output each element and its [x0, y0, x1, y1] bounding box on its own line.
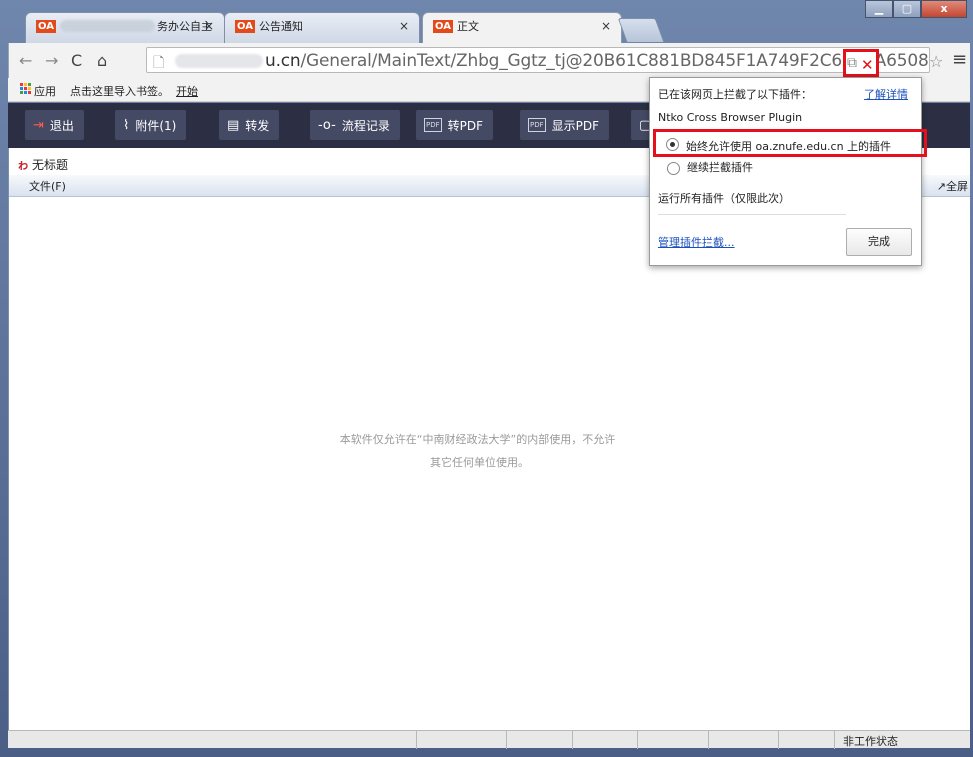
apps-grid-icon[interactable]: [20, 83, 31, 94]
blurred-text: [59, 20, 155, 32]
bookmark-start[interactable]: 开始: [176, 83, 198, 99]
url-bar[interactable]: 🗋 u.cn/General/MainText/Zhbg_Ggtz_tj@20B…: [146, 47, 930, 73]
show-pdf-label: 显示PDF: [551, 118, 600, 133]
license-watermark-line2: 其它任何单位使用。: [430, 456, 529, 469]
status-divider: [778, 731, 779, 749]
forward-button[interactable]: ▤ 转发: [219, 110, 280, 140]
done-button[interactable]: 完成: [846, 228, 912, 256]
close-window-button[interactable]: x: [921, 0, 967, 18]
tab-main-text[interactable]: OA 正文 ×: [422, 12, 622, 44]
browser-window: OA 务办公自主 × OA 公告通知 × OA 正文 × ▁ ▢ x ← → C ⌂ …: [0, 0, 973, 757]
popup-divider: [658, 214, 846, 215]
status-divider: [506, 731, 507, 749]
status-divider: [572, 731, 573, 749]
forward-arrow-icon[interactable]: →: [45, 51, 58, 70]
popup-header: 已在该网页上拦截了以下插件：: [658, 88, 812, 101]
to-pdf-button[interactable]: PDF 转PDF: [416, 110, 494, 140]
url-text[interactable]: u.cn/General/MainText/Zhbg_Ggtz_tj@20B61…: [265, 51, 929, 71]
blurred-host: [175, 54, 263, 68]
paperclip-icon: ⌇: [123, 117, 130, 133]
manage-plugin-blocking-link[interactable]: 管理插件拦截...: [658, 234, 735, 250]
window-controls: ▁ ▢ x: [865, 0, 967, 20]
flow-label: 流程记录: [341, 118, 390, 133]
run-all-plugins-link[interactable]: 运行所有插件（仅限此次）: [658, 190, 790, 206]
reload-icon[interactable]: C: [71, 51, 82, 70]
pdf-icon: PDF: [424, 118, 442, 132]
forward-doc-icon: ▤: [227, 117, 240, 133]
attachment-label: 附件(1): [135, 118, 177, 133]
oa-favicon: OA: [433, 19, 453, 33]
allow-radio[interactable]: [666, 138, 679, 151]
url-path: /General/MainText/Zhbg_Ggtz_tj@20B61C881…: [300, 51, 929, 71]
to-pdf-label: 转PDF: [447, 118, 484, 133]
attachment-button[interactable]: ⌇ 附件(1): [115, 110, 187, 140]
url-host: u.cn: [265, 51, 301, 71]
allow-option-label[interactable]: 始终允许使用 oa.znufe.edu.cn 上的插件: [686, 138, 891, 154]
learn-more-link[interactable]: 了解详情: [864, 86, 908, 102]
exit-button[interactable]: ⇥ 退出: [25, 110, 84, 140]
tab-label: 公告通知: [258, 20, 303, 33]
work-status-text: 非工作状态: [843, 735, 898, 748]
oa-favicon: OA: [36, 19, 56, 33]
license-watermark: 本软件仅允许在“中南财经政法大学”的内部使用，不允许: [339, 433, 616, 446]
show-pdf-button[interactable]: PDF 显示PDF: [520, 110, 610, 140]
maximize-button[interactable]: ▢: [893, 0, 921, 18]
block-radio[interactable]: [667, 162, 680, 175]
status-divider: [708, 731, 709, 749]
tab-announcement[interactable]: OA 公告通知 ×: [224, 12, 420, 43]
puzzle-icon: ⧉: [847, 55, 857, 71]
block-option-label[interactable]: 继续拦截插件: [687, 159, 753, 175]
menu-file[interactable]: 文件(F): [29, 180, 66, 193]
back-arrow-icon[interactable]: ←: [19, 51, 32, 70]
exit-label: 退出: [49, 118, 74, 133]
tab-close-icon[interactable]: ×: [399, 19, 409, 33]
forward-label: 转发: [245, 118, 270, 133]
flow-icon: -o-: [318, 117, 336, 133]
tab-label: 正文: [456, 20, 479, 33]
blocked-plugin-icon[interactable]: ⧉ ✕: [843, 49, 879, 77]
plugin-blocked-popup: 已在该网页上拦截了以下插件： 了解详情 Ntko Cross Browser P…: [649, 77, 927, 266]
oa-favicon: OA: [235, 19, 255, 33]
home-icon[interactable]: ⌂: [97, 51, 107, 70]
chrome-menu-icon[interactable]: ≡: [952, 49, 967, 70]
allow-option-highlight[interactable]: 始终允许使用 oa.znufe.edu.cn 上的插件: [653, 129, 927, 157]
tab-office[interactable]: OA 务办公自主 ×: [25, 12, 225, 43]
pdf-icon: PDF: [528, 118, 546, 132]
blocked-x-icon: ✕: [861, 56, 874, 74]
new-tab-button[interactable]: [617, 18, 665, 42]
minimize-button[interactable]: ▁: [865, 0, 893, 18]
page-icon: 🗋: [153, 55, 165, 71]
document-title: 无标题: [32, 158, 69, 172]
plugin-name: Ntko Cross Browser Plugin: [658, 111, 803, 124]
tab-close-icon[interactable]: ×: [601, 19, 611, 33]
address-toolbar: ← → C ⌂ 🗋 u.cn/General/MainText/Zhbg_Ggt…: [8, 43, 970, 78]
flow-record-button[interactable]: -o- 流程记录: [310, 110, 400, 140]
bookmark-star-icon[interactable]: ☆: [929, 52, 943, 71]
status-divider: [416, 731, 417, 749]
office-logo-icon: ゎ: [17, 158, 30, 172]
tab-strip: OA 务办公自主 × OA 公告通知 × OA 正文 × ▁ ▢ x: [0, 0, 973, 44]
status-divider: [637, 731, 638, 749]
tab-close-icon[interactable]: ×: [204, 19, 214, 33]
exit-icon: ⇥: [33, 117, 44, 133]
fullscreen-button[interactable]: ↗全屏: [937, 178, 968, 194]
status-divider: [834, 731, 835, 749]
status-bar: 非工作状态: [8, 730, 970, 749]
bookmark-import[interactable]: 点击这里导入书签。: [70, 83, 169, 99]
bookmark-apps[interactable]: 应用: [34, 83, 56, 99]
